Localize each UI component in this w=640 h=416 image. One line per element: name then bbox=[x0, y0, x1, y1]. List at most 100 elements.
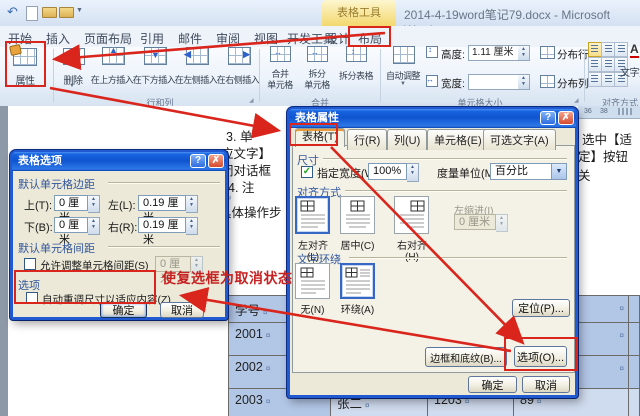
highlight-box-layout-tab bbox=[348, 26, 391, 47]
section-divider bbox=[108, 246, 220, 247]
positioning-button[interactable]: 定位(P)... bbox=[512, 299, 570, 317]
tab-view[interactable]: 视图 bbox=[254, 30, 278, 47]
table-cell[interactable] bbox=[628, 355, 640, 388]
delete-dropdown-icon[interactable]: ▼ bbox=[69, 83, 75, 89]
insert-below-button[interactable]: 在下方插入 bbox=[132, 73, 176, 86]
cell-spacing-section-label: 默认单元格间距 bbox=[18, 240, 95, 256]
insert-right-button[interactable]: 在右侧插入 bbox=[216, 73, 260, 86]
align-center-left-button[interactable] bbox=[588, 57, 602, 72]
merge-cells-button-line2[interactable]: 单元格 bbox=[262, 78, 298, 91]
align-top-center-button[interactable] bbox=[601, 42, 615, 57]
cell-margins-section-label: 默认单元格边距 bbox=[18, 176, 95, 192]
rows-columns-launcher-icon[interactable]: ◢ bbox=[249, 97, 254, 104]
align-top-right-button[interactable] bbox=[614, 42, 628, 57]
height-arrow-icon: ↕ bbox=[428, 45, 432, 54]
ribbon-divider bbox=[380, 49, 381, 102]
cancel-button[interactable]: 取消 bbox=[522, 376, 570, 393]
qat-dropdown-icon[interactable]: ▼ bbox=[76, 7, 83, 14]
align-center-thumbnail[interactable] bbox=[340, 196, 375, 234]
contextual-tool-header: 表格工具 bbox=[322, 0, 396, 26]
section-divider bbox=[323, 158, 567, 159]
align-left-icon bbox=[300, 200, 326, 230]
align-bottom-left-button[interactable] bbox=[588, 72, 602, 87]
tab-cell[interactable]: 单元格(E) bbox=[427, 129, 489, 150]
width-label: 宽度: bbox=[441, 76, 465, 91]
highlight-box-autofit-checkbox bbox=[14, 270, 156, 304]
width-stepper[interactable]: ▲▼ bbox=[518, 74, 530, 90]
insert-above-button[interactable]: 在上方插入 bbox=[90, 73, 134, 86]
tab-mailings[interactable]: 邮件 bbox=[178, 30, 202, 47]
tab-pagelayout[interactable]: 页面布局 bbox=[84, 30, 132, 47]
highlight-box-options-button bbox=[504, 337, 578, 371]
margin-bottom-input[interactable]: 0 厘米 bbox=[54, 217, 88, 233]
delete-x-icon: ✗ bbox=[74, 48, 82, 59]
margin-right-stepper[interactable]: ▲▼ bbox=[186, 217, 198, 235]
align-top-left-button[interactable] bbox=[588, 42, 602, 57]
align-right-thumbnail[interactable] bbox=[394, 196, 429, 234]
width-arrow-icon: ↔ bbox=[426, 75, 434, 84]
align-center-label: 居中(C) bbox=[340, 237, 375, 252]
ruler-mark: 36 bbox=[584, 108, 592, 115]
borders-shading-button[interactable]: 边框和底纹(B)... bbox=[425, 347, 507, 367]
table-cell[interactable] bbox=[628, 388, 640, 416]
tab-insert[interactable]: 插入 bbox=[46, 30, 70, 47]
wrap-around-icon bbox=[345, 267, 371, 295]
wrap-around-thumbnail[interactable] bbox=[340, 263, 375, 299]
margin-right-input[interactable]: 0.19 厘米 bbox=[138, 217, 186, 233]
new-document-icon[interactable] bbox=[26, 6, 38, 21]
ruler-column-marker[interactable] bbox=[618, 108, 632, 115]
autofit-dropdown-icon[interactable]: ▼ bbox=[400, 81, 406, 87]
align-bottom-center-button[interactable] bbox=[601, 72, 615, 87]
ok-button[interactable]: 确定 bbox=[468, 376, 517, 393]
folder-icon[interactable] bbox=[59, 7, 74, 18]
undo-icon[interactable]: ↶ bbox=[7, 4, 18, 20]
help-button[interactable]: ? bbox=[540, 111, 556, 125]
margin-left-stepper[interactable]: ▲▼ bbox=[186, 195, 198, 213]
insert-left-button[interactable]: 在左侧插入 bbox=[174, 73, 218, 86]
margin-top-label: 上(T): bbox=[24, 197, 52, 213]
margin-right-label: 右(R): bbox=[108, 219, 137, 235]
measure-unit-select[interactable]: 百分比 bbox=[490, 163, 552, 180]
text-direction-button[interactable]: 文字方向 bbox=[620, 64, 640, 79]
tab-row[interactable]: 行(R) bbox=[347, 129, 387, 150]
margin-bottom-stepper[interactable]: ▲▼ bbox=[88, 217, 100, 235]
split-table-button[interactable]: 拆分表格 bbox=[334, 69, 378, 82]
width-value-stepper[interactable]: ▲▼ bbox=[407, 163, 419, 182]
tab-alt-text[interactable]: 可选文字(A) bbox=[483, 129, 556, 150]
open-folder-icon[interactable] bbox=[42, 7, 57, 18]
allow-spacing-checkbox[interactable] bbox=[24, 258, 36, 270]
tab-design[interactable]: 设计 bbox=[326, 30, 350, 47]
cancel-button[interactable]: 取消 bbox=[160, 302, 204, 318]
arrow-up-icon: ▲ bbox=[109, 45, 118, 55]
split-table-icon bbox=[346, 46, 367, 62]
page-margin-strip bbox=[0, 106, 8, 416]
width-value-input[interactable]: 100% bbox=[368, 163, 407, 180]
split-cells-button-line2[interactable]: 单元格 bbox=[299, 78, 335, 91]
margin-top-input[interactable]: 0 厘米 bbox=[54, 195, 88, 211]
margin-left-input[interactable]: 0.19 厘米 bbox=[138, 195, 186, 211]
height-stepper[interactable]: ▲▼ bbox=[518, 45, 530, 61]
close-button[interactable]: ✗ bbox=[558, 111, 574, 125]
table-cell[interactable] bbox=[628, 322, 640, 355]
tab-column[interactable]: 列(U) bbox=[387, 129, 427, 150]
wrap-around-label: 环绕(A) bbox=[340, 301, 375, 316]
height-input[interactable]: 1.11 厘米 bbox=[468, 45, 523, 61]
align-left-thumbnail[interactable] bbox=[295, 196, 330, 234]
help-button[interactable]: ? bbox=[190, 154, 206, 168]
ok-button[interactable]: 确定 bbox=[100, 302, 147, 318]
close-button[interactable]: ✗ bbox=[208, 154, 224, 168]
specify-width-checkbox[interactable]: ✓ bbox=[301, 166, 313, 178]
left-indent-stepper: ▲▼ bbox=[496, 214, 508, 232]
cell-size-launcher-icon[interactable]: ◢ bbox=[574, 97, 579, 104]
tab-review[interactable]: 审阅 bbox=[216, 30, 240, 47]
ribbon-divider bbox=[259, 49, 260, 102]
combo-arrow-icon[interactable]: ▼ bbox=[552, 163, 567, 180]
width-input[interactable] bbox=[468, 74, 523, 90]
table-cell[interactable] bbox=[628, 295, 640, 322]
align-center-button[interactable] bbox=[601, 57, 615, 72]
wrap-none-thumbnail[interactable] bbox=[295, 263, 330, 299]
align-right-label: 右对齐(H) bbox=[392, 237, 432, 263]
tab-references[interactable]: 引用 bbox=[140, 30, 164, 47]
margin-top-stepper[interactable]: ▲▼ bbox=[88, 195, 100, 213]
section-divider bbox=[349, 257, 567, 258]
